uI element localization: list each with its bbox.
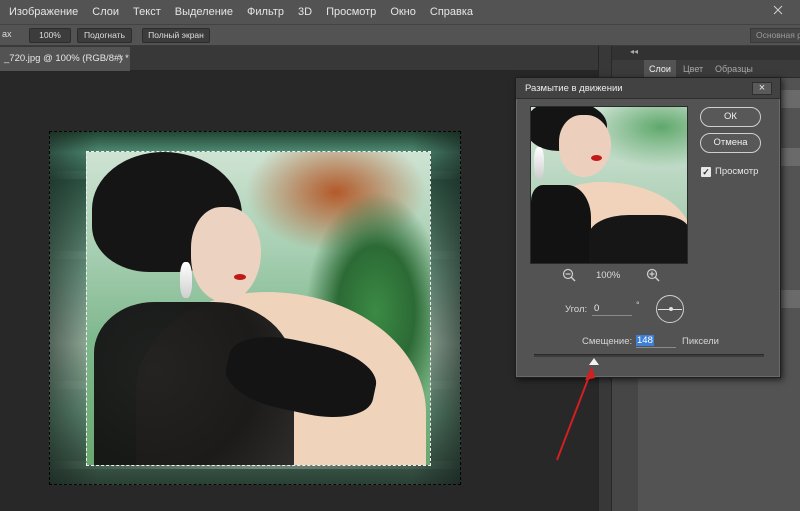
preview-label: Просмотр <box>715 166 759 177</box>
menu-image[interactable]: Изображение <box>0 0 85 24</box>
fit-screen-button[interactable]: Подогнать <box>77 28 132 43</box>
tab-swatches[interactable]: Образцы <box>710 60 758 78</box>
photo-content <box>86 152 430 465</box>
annotation-arrow-icon <box>556 366 595 461</box>
tab-layers[interactable]: Слои <box>644 60 676 78</box>
menu-filter[interactable]: Фильтр <box>240 0 291 24</box>
menu-window[interactable]: Окно <box>383 0 423 24</box>
distance-unit: Пиксели <box>682 336 719 347</box>
menu-select[interactable]: Выделение <box>168 0 240 24</box>
angle-dial[interactable] <box>656 295 684 323</box>
tab-color[interactable]: Цвет <box>678 60 708 78</box>
preview-zoom-controls: 100% <box>558 268 668 284</box>
menu-view[interactable]: Просмотр <box>319 0 383 24</box>
document-tab[interactable]: _720.jpg @ 100% (RGB/8#) * × <box>0 47 130 71</box>
filter-preview[interactable] <box>530 106 688 264</box>
preview-zoom-value: 100% <box>596 270 621 281</box>
menu-layers[interactable]: Слои <box>85 0 126 24</box>
angle-label: Угол: <box>565 304 588 315</box>
workspace-select[interactable]: Основная рабочая <box>750 28 800 43</box>
menu-bar: Изображение Слои Текст Выделение Фильтр … <box>0 0 800 24</box>
distance-slider-track[interactable] <box>534 354 764 357</box>
ok-button[interactable]: ОК <box>700 107 761 127</box>
zoom-out-icon[interactable] <box>562 268 576 282</box>
close-icon[interactable]: × <box>118 47 124 71</box>
distance-value: 148 <box>636 335 654 346</box>
options-bar: ах 100% Подогнать Полный экран Основная … <box>0 24 800 46</box>
panel-tabs: Слои Цвет Образцы <box>612 60 800 78</box>
photoshop-window: Изображение Слои Текст Выделение Фильтр … <box>0 0 800 511</box>
angle-unit: ° <box>636 300 640 310</box>
cancel-button[interactable]: Отмена <box>700 133 761 153</box>
document-image[interactable] <box>49 131 461 485</box>
preview-checkbox[interactable]: ✓ <box>701 167 711 177</box>
dialog-title-bar[interactable]: Размытие в движении × <box>516 78 780 99</box>
fullscreen-button[interactable]: Полный экран <box>142 28 210 43</box>
layer-row[interactable] <box>778 148 800 166</box>
dialog-title: Размытие в движении <box>525 83 623 94</box>
distance-label: Смещение: <box>582 336 633 347</box>
distance-input[interactable]: 148 <box>636 334 676 348</box>
zoom-in-icon[interactable] <box>646 268 660 282</box>
angle-input[interactable]: 0 <box>592 302 632 316</box>
menu-type[interactable]: Текст <box>126 0 168 24</box>
window-controls-icon[interactable] <box>760 0 800 24</box>
menu-help[interactable]: Справка <box>423 0 480 24</box>
layer-row[interactable] <box>778 290 800 308</box>
close-icon[interactable]: × <box>752 82 772 95</box>
panel-collapse-bar[interactable]: ◂◂ <box>612 46 800 60</box>
document-tab-bar: _720.jpg @ 100% (RGB/8#) * × <box>0 46 598 71</box>
zoom-100-button[interactable]: 100% <box>29 28 71 43</box>
motion-blur-dialog: Размытие в движении × 100% ОК Отмена ✓ П… <box>515 77 781 378</box>
menu-3d[interactable]: 3D <box>291 0 319 24</box>
options-left-text: ах <box>2 29 12 39</box>
document-tab-title: _720.jpg @ 100% (RGB/8#) * <box>4 53 129 64</box>
layer-row[interactable] <box>778 90 800 108</box>
collapse-arrows-icon[interactable]: ◂◂ <box>630 47 638 56</box>
